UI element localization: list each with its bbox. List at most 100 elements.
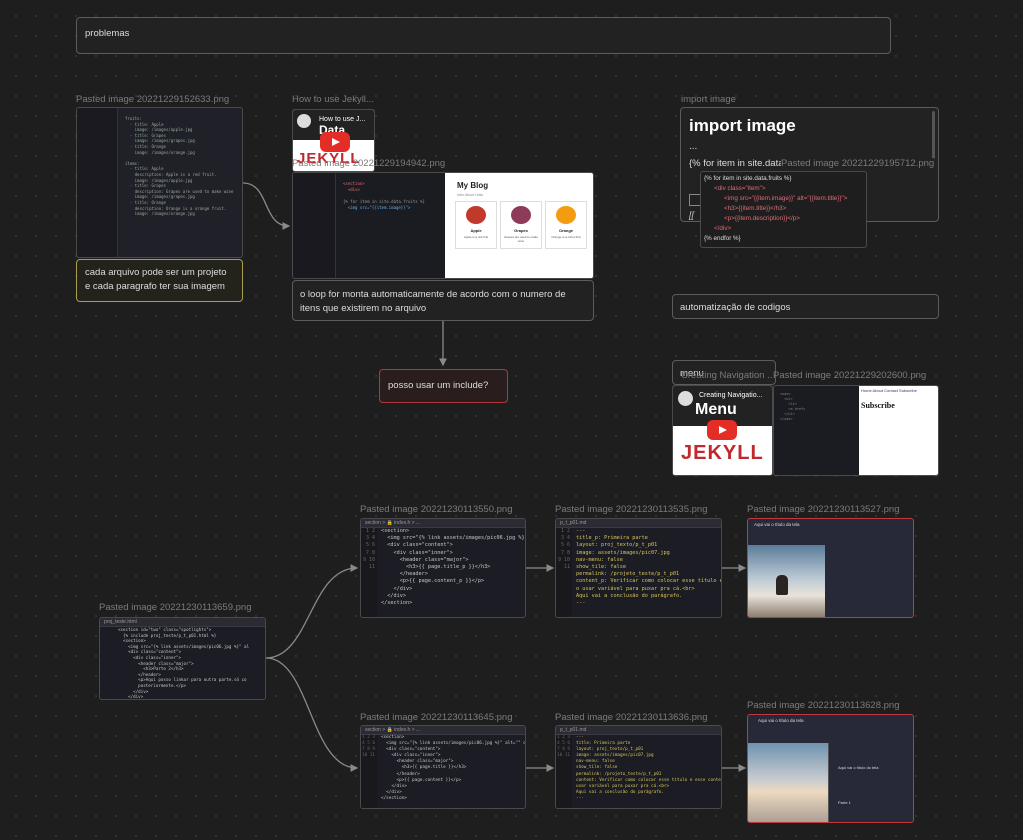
code-block: --- title_p: Primeira parte layout: proj… bbox=[576, 528, 721, 607]
note-automatizacao[interactable]: automatização de codigos bbox=[672, 294, 939, 319]
fruit-name: Orange bbox=[558, 228, 573, 233]
fruit-card: Grapes Grapes are used to make wine bbox=[500, 201, 542, 249]
image-113628[interactable]: Aqui vai o título da tela Aqui vai o tít… bbox=[747, 714, 914, 823]
code-block: <nav> <ul> <li> <a href> </ul> </nav> bbox=[780, 392, 806, 421]
note-text: problemas bbox=[85, 28, 130, 39]
label-202600: Pasted image 20221229202600.png bbox=[773, 370, 927, 381]
blog-title: My Blog bbox=[457, 181, 489, 190]
scrollbar[interactable] bbox=[932, 111, 935, 159]
person-silhouette bbox=[776, 575, 788, 595]
note-text: automatização de codigos bbox=[680, 302, 791, 313]
note-text: cada arquivo pode ser um projeto e cada … bbox=[85, 267, 227, 292]
note-cada-arquivo[interactable]: cada arquivo pode ser um projeto e cada … bbox=[76, 259, 243, 302]
preview-nav: Home About Contact Subscribe bbox=[861, 388, 917, 393]
channel-avatar bbox=[678, 391, 693, 406]
fruit-name: Grapes bbox=[514, 228, 528, 233]
label-creating-nav: Creating Navigation ... bbox=[681, 370, 773, 381]
blog-subtitle: Intro About Links bbox=[457, 193, 484, 197]
label-113645: Pasted image 20221230113645.png bbox=[360, 712, 513, 723]
line-gutter: 1 2 3 4 5 6 7 8 9 10 11 bbox=[556, 528, 572, 617]
import-broken-link: [[ bbox=[689, 210, 695, 220]
line-gutter: 1 2 3 4 5 6 7 8 9 10 11 bbox=[556, 735, 572, 808]
code-line: <img src="{{item.image}}" alt="{{item.ti… bbox=[724, 195, 848, 202]
note-loop[interactable]: o loop for monta automaticamente de acor… bbox=[292, 280, 594, 321]
preview-heading: Subscribe bbox=[861, 401, 895, 410]
code-block: <section> <img src="{% link assets/image… bbox=[381, 528, 525, 607]
label-113527: Pasted image 20221230113527.png bbox=[747, 504, 900, 515]
label-113550: Pasted image 20221230113550.png bbox=[360, 504, 513, 515]
sidebar-title: Parte 1 bbox=[838, 800, 851, 805]
image-113550[interactable]: section > 🔒 index.h > ... 1 2 3 4 5 6 7 … bbox=[360, 518, 526, 618]
image-113636[interactable]: p_t_p01.md 1 2 3 4 5 6 7 8 9 10 11 --- t… bbox=[555, 725, 722, 809]
channel-avatar bbox=[297, 114, 311, 128]
code-line: </div> bbox=[714, 225, 732, 232]
video-title: How to use J... bbox=[319, 116, 366, 123]
image-152633[interactable]: fruits: - title: Apple image: /images/ap… bbox=[76, 107, 243, 258]
code-line: <h3>{{item.title}}</h3> bbox=[724, 205, 787, 212]
jekyll-logo: JEKYLL bbox=[681, 442, 764, 464]
note-include[interactable]: posso usar um include? bbox=[379, 369, 508, 403]
label-195712: Pasted image 20221229195712.png bbox=[781, 158, 935, 169]
video-nav-menu[interactable]: Creating Navigatio... Menu JEKYLL bbox=[672, 385, 773, 476]
label-194942: Pasted image 20221229194942.png bbox=[292, 158, 446, 169]
fruit-name: Apple bbox=[470, 228, 482, 233]
code-line: <div class="item"> bbox=[714, 185, 766, 192]
label-113535: Pasted image 20221230113535.png bbox=[555, 504, 708, 515]
code-line: <p>{{item.description}}</p> bbox=[724, 215, 800, 222]
fruit-card: Apple Apple is a red fruit bbox=[455, 201, 497, 249]
fruit-image bbox=[556, 206, 576, 224]
label-113659: Pasted image 20221230113659.png bbox=[99, 602, 252, 613]
image-194942[interactable]: <section> <div> {% for item in site.data… bbox=[292, 172, 594, 279]
fruit-card: Orange Orange is a citrus fruit bbox=[545, 201, 587, 249]
sky-photo bbox=[748, 743, 828, 822]
code-block: <section> <div> {% for item in site.data… bbox=[343, 181, 425, 210]
preview-title: Aqui vai o título da tela bbox=[758, 718, 804, 723]
note-problemas[interactable]: problemas bbox=[76, 17, 891, 54]
image-113527[interactable]: Aqui vai o título da tela bbox=[747, 518, 914, 618]
label-import-image: import image bbox=[681, 94, 736, 105]
fruit-image bbox=[466, 206, 486, 224]
code-line: {% endfor %} bbox=[704, 235, 741, 242]
image-113645[interactable]: section > 🔒 index.h > ... 1 2 3 4 5 6 7 … bbox=[360, 725, 526, 809]
code-block: --- title: Primeira parte layout: proj_t… bbox=[576, 735, 721, 801]
code-block: <section id="two" class="spotlights"> {%… bbox=[118, 627, 250, 700]
editor-breadcrumb: section > 🔒 index.h > ... bbox=[361, 519, 525, 528]
label-how-to-use: How to use Jekyll... bbox=[292, 94, 374, 105]
play-icon[interactable] bbox=[707, 420, 737, 440]
line-gutter: 1 2 3 4 5 6 7 8 9 10 11 bbox=[361, 528, 377, 617]
file-explorer bbox=[77, 108, 118, 257]
code-block: fruits: - title: Apple image: /images/ap… bbox=[125, 116, 234, 217]
play-icon[interactable] bbox=[320, 132, 350, 152]
image-113659[interactable]: proj_teste.html <section id="two" class=… bbox=[99, 617, 266, 700]
line-gutter: 1 2 3 4 5 6 7 8 9 10 11 bbox=[361, 735, 377, 808]
image-202600[interactable]: <nav> <ul> <li> <a href> </ul> </nav> Ho… bbox=[773, 385, 939, 476]
label-113628: Pasted image 20221230113628.png bbox=[747, 700, 900, 711]
image-113535[interactable]: p_t_p01.md 1 2 3 4 5 6 7 8 9 10 11 --- t… bbox=[555, 518, 722, 618]
editor-breadcrumb: proj_teste.html bbox=[100, 618, 265, 627]
code-line: {% for item in site.data.fruits %} bbox=[704, 175, 792, 182]
fruit-description: Grapes are used to make wine bbox=[504, 235, 538, 243]
fruit-description: Orange is a citrus fruit bbox=[551, 235, 581, 239]
fruit-image bbox=[511, 206, 531, 224]
section-title: Aqui vai o título do tela bbox=[838, 765, 879, 770]
blog-preview: My Blog Intro About Links Apple Apple is … bbox=[445, 173, 593, 278]
editor-breadcrumb: p_t_p01.md bbox=[556, 519, 721, 528]
file-explorer bbox=[293, 173, 336, 278]
editor-breadcrumb: p_t_p01.md bbox=[556, 726, 721, 735]
label-152633: Pasted image 20221229152633.png bbox=[76, 94, 230, 105]
label-113636: Pasted image 20221230113636.png bbox=[555, 712, 708, 723]
video-title: Creating Navigatio... bbox=[699, 392, 763, 399]
editor-breadcrumb: section > 🔒 index.h > ... bbox=[361, 726, 525, 735]
fruit-description: Apple is a red fruit bbox=[463, 235, 489, 239]
divider bbox=[828, 743, 829, 822]
import-dots: ... bbox=[689, 141, 698, 152]
note-text: posso usar um include? bbox=[388, 380, 489, 391]
preview-title: Aqui vai o título da tela bbox=[754, 522, 800, 527]
note-text: o loop for monta automaticamente de acor… bbox=[300, 289, 566, 314]
mountain-photo bbox=[748, 545, 825, 617]
code-block: <section> <img src="{% link assets/image… bbox=[381, 735, 526, 801]
image-195712[interactable]: {% for item in site.data.fruits %} <div … bbox=[700, 171, 867, 248]
import-heading: import image bbox=[689, 116, 796, 135]
subscribe-preview: Home About Contact Subscribe Subscribe bbox=[859, 386, 938, 475]
video-subtitle: Menu bbox=[695, 401, 737, 418]
